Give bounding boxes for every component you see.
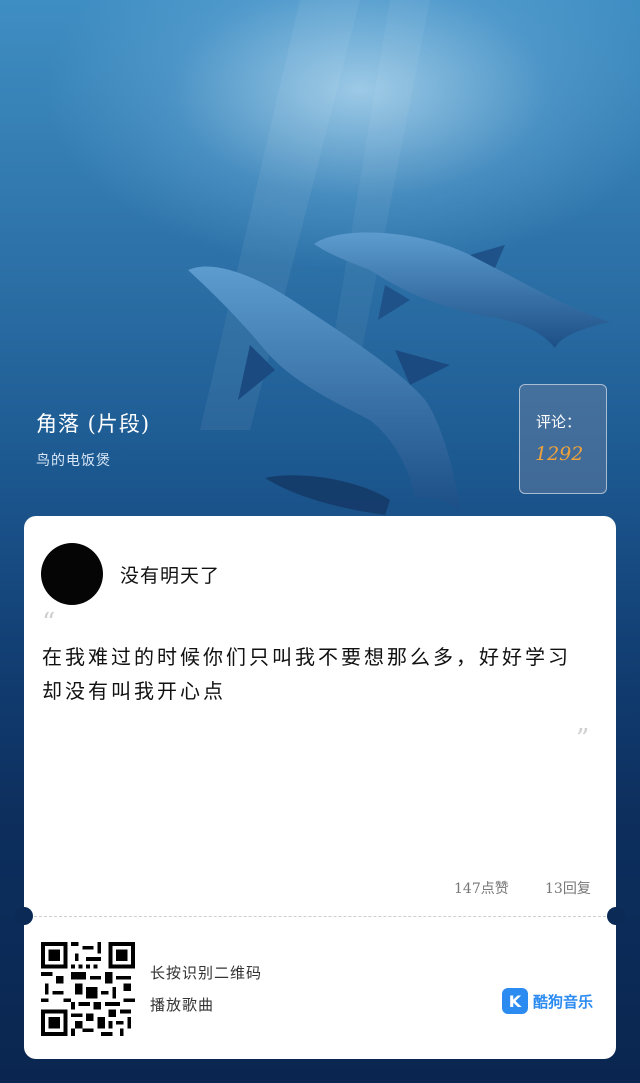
comment-text: 在我难过的时候你们只叫我不要想那么多，好好学习 却没有叫我开心点 [42,640,582,708]
qr-hint-play: 播放歌曲 [150,996,215,1014]
song-title: 角落 (片段) [36,412,151,436]
username[interactable]: 没有明天了 [120,561,220,588]
comment-count: 1292 [535,443,584,465]
brand-name: 酷狗音乐 [533,992,594,1011]
card-notch-right [607,907,625,925]
qr-hint-scan: 长按识别二维码 [150,964,263,982]
comment-card: 没有明天了 “ 在我难过的时候你们只叫我不要想那么多，好好学习 却没有叫我开心点… [15,516,625,1059]
song-artist: 鸟的电饭煲 [36,453,111,469]
brand-logo-lockup: K 酷狗音乐 [502,988,593,1014]
comment-count-button[interactable]: 评论： 1292 [519,384,607,494]
qr-code[interactable] [41,942,135,1036]
avatar[interactable] [41,543,103,605]
kugou-logo-icon: K [502,988,528,1014]
replies-count[interactable]: 13回复 [545,878,591,898]
comment-label: 评论： [536,413,582,431]
card-notch-left [15,907,33,925]
comment-line: 在我难过的时候你们只叫我不要想那么多，好好学习 [42,645,571,669]
open-quote-icon: “ [42,608,56,638]
dashed-divider [34,916,606,917]
comment-line: 却没有叫我开心点 [42,679,226,703]
likes-count[interactable]: 147点赞 [454,878,509,898]
close-quote-icon: ” [576,724,590,754]
